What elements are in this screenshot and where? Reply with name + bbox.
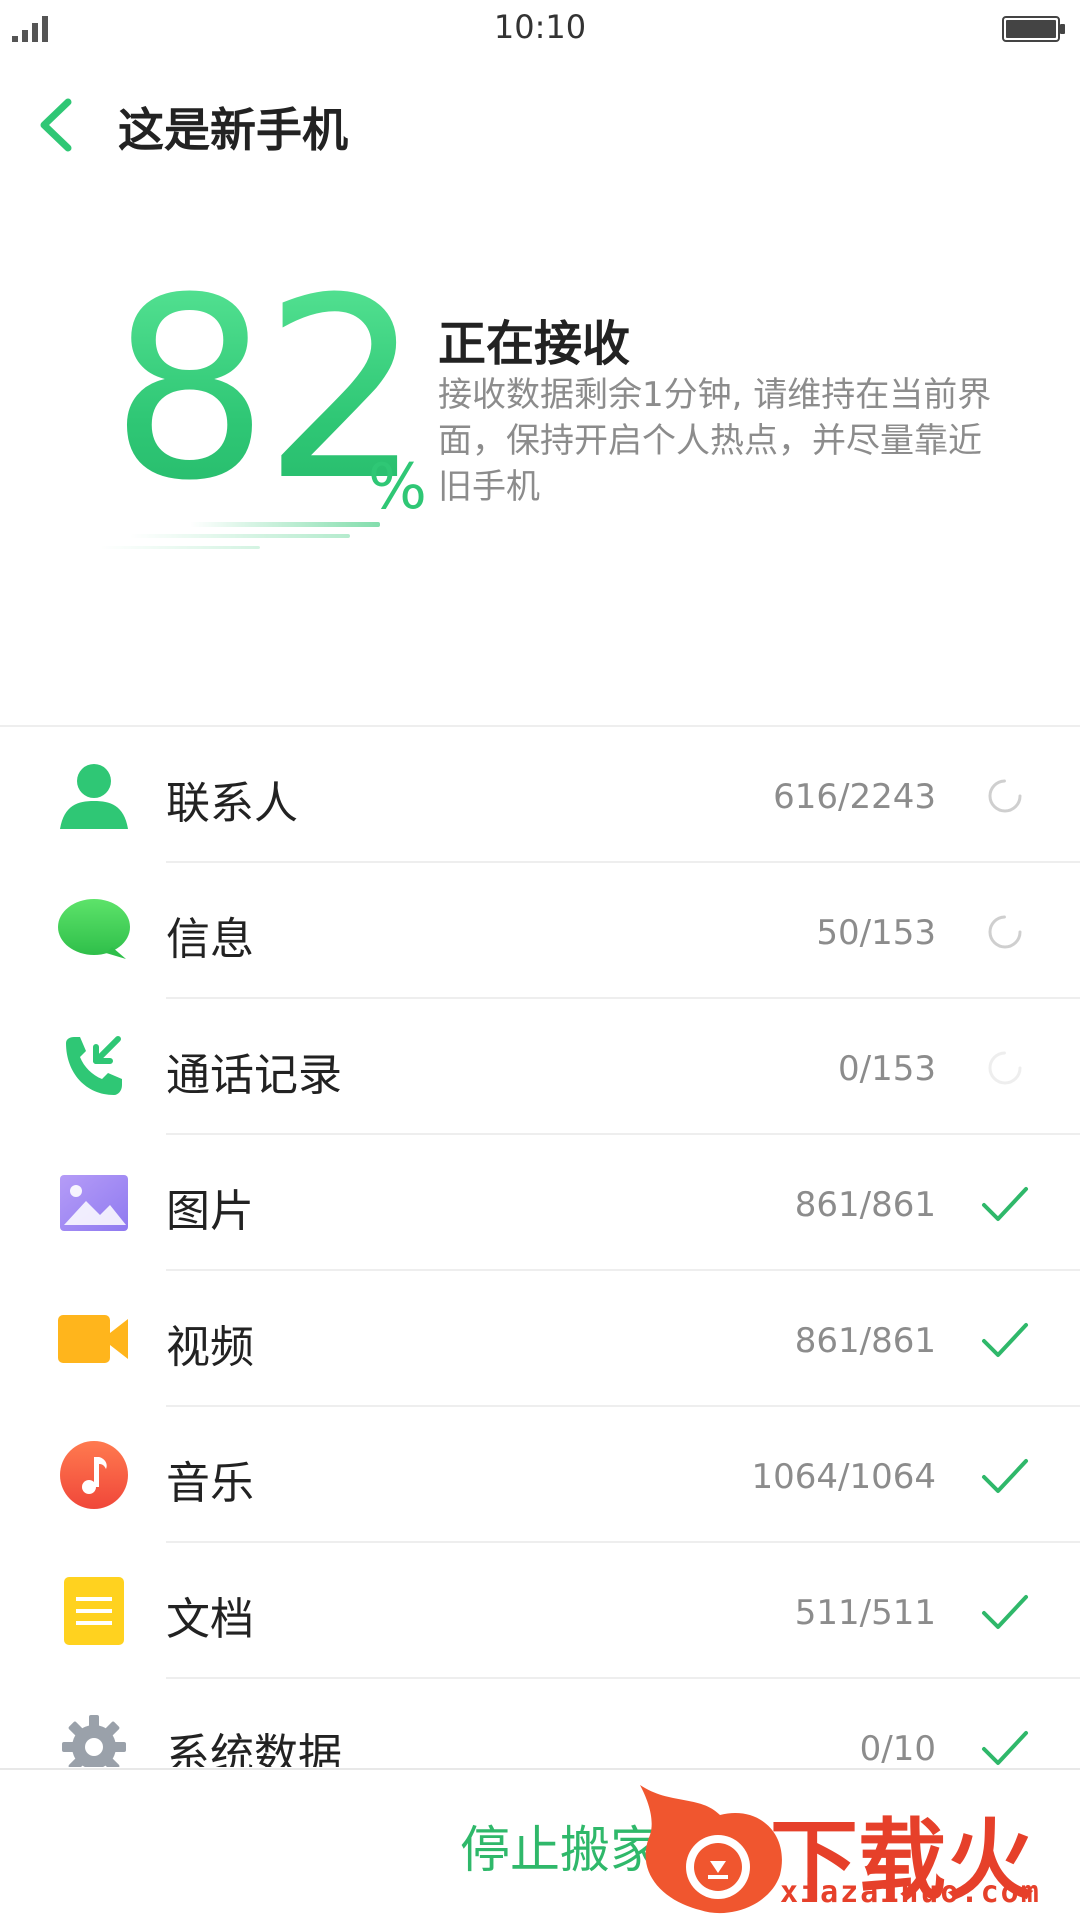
list-item-label: 图片 [166, 1186, 254, 1237]
status-bar: 10:10 [0, 0, 1080, 60]
list-item-count: 50/153 [816, 913, 936, 953]
list-item-label: 信息 [166, 914, 254, 965]
list-item-count: 1064/1064 [751, 1457, 936, 1497]
list-item-videos[interactable]: 视频 861/861 [0, 1271, 1080, 1407]
message-icon [58, 899, 130, 959]
list-item-label: 联系人 [166, 778, 298, 829]
battery-icon [1002, 16, 1065, 42]
list-item-system-data[interactable]: 系统数据 0/10 [0, 1679, 1080, 1767]
list-item-messages[interactable]: 信息 50/153 [0, 863, 1080, 999]
watermark-url: xiazaihuo.com [780, 1875, 1041, 1910]
loading-spinner-icon [988, 779, 1022, 813]
list-item-label: 系统数据 [166, 1730, 342, 1767]
stop-transfer-button[interactable]: 停止搬家 [460, 1810, 660, 1882]
checkmark-icon [982, 1459, 1028, 1493]
status-time: 10:10 [493, 8, 587, 46]
page-title: 这是新手机 [118, 103, 348, 157]
list-item-call-log[interactable]: 通话记录 0/153 [0, 999, 1080, 1135]
list-item-count: 616/2243 [773, 777, 936, 817]
contact-icon [60, 764, 128, 829]
loading-spinner-icon [988, 915, 1022, 949]
checkmark-icon [982, 1323, 1028, 1357]
list-item-label: 视频 [166, 1322, 254, 1373]
list-item-count: 861/861 [794, 1185, 936, 1225]
call-log-icon [66, 1036, 122, 1095]
screen: 10:10 这是新手机 82 % 正在接收 接收数据剩余1分钟, 请维持在当前界… [0, 0, 1080, 1920]
chevron-left-icon[interactable] [34, 94, 80, 156]
waiting-spinner-icon [988, 1051, 1022, 1085]
category-list: 联系人 616/2243 信息 50/153 通话记录 0/153 图片 861… [0, 727, 1080, 1767]
list-item-label: 文档 [166, 1594, 254, 1645]
list-item-music[interactable]: 音乐 1064/1064 [0, 1407, 1080, 1543]
speed-lines-decoration [100, 522, 380, 549]
image-icon [60, 1175, 128, 1231]
progress-unit: % [368, 450, 427, 523]
video-icon [58, 1315, 128, 1363]
receive-status: 正在接收 [438, 316, 631, 372]
checkmark-icon [982, 1731, 1028, 1765]
settings-gear-icon [62, 1715, 126, 1767]
list-item-label: 音乐 [166, 1458, 254, 1509]
list-item-count: 861/861 [794, 1321, 936, 1361]
list-item-documents[interactable]: 文档 511/511 [0, 1543, 1080, 1679]
checkmark-icon [982, 1595, 1028, 1629]
list-item-contacts[interactable]: 联系人 616/2243 [0, 727, 1080, 863]
list-item-count: 511/511 [794, 1593, 936, 1633]
list-item-count: 0/153 [838, 1049, 936, 1089]
list-item-images[interactable]: 图片 861/861 [0, 1135, 1080, 1271]
receive-description: 接收数据剩余1分钟, 请维持在当前界面，保持开启个人热点，并尽量靠近旧手机 [438, 375, 992, 507]
list-item-label: 通话记录 [166, 1050, 342, 1101]
music-icon [60, 1441, 128, 1509]
document-icon [64, 1577, 124, 1645]
list-item-count: 0/10 [859, 1729, 936, 1767]
checkmark-icon [982, 1187, 1028, 1221]
